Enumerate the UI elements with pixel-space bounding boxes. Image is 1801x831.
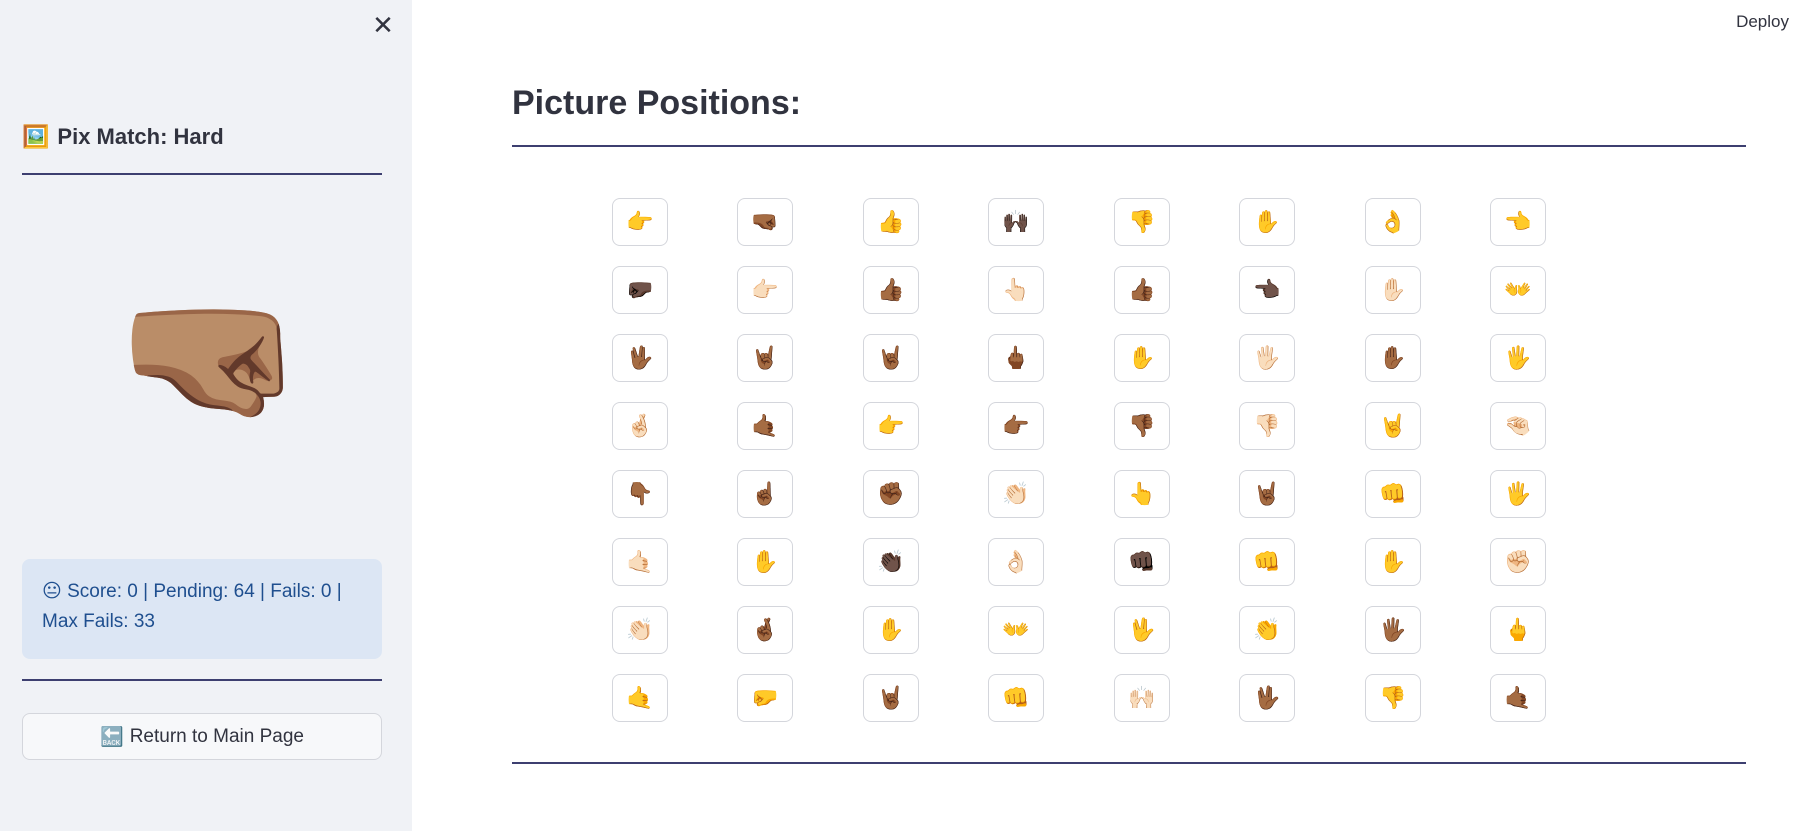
picture-cell[interactable]: ✊🏾 [863,470,919,518]
picture-cell[interactable]: 👊 [988,674,1044,722]
return-label: Return to Main Page [129,725,304,747]
page-title: Picture Positions: [512,84,802,122]
picture-icon: 🖼️ [22,124,50,149]
sidebar-title-label: Pix Match: Hard [57,124,224,149]
picture-cell[interactable]: 🤛🏿 [612,266,668,314]
picture-cell[interactable]: 👍🏾 [863,266,919,314]
picture-cell[interactable]: 👐 [1490,266,1546,314]
picture-cell[interactable]: 👍🏾 [1114,266,1170,314]
picture-cell[interactable]: 🖖🏾 [1239,674,1295,722]
picture-row: 🤙 🤛 🤘🏾 👊 🙌🏻 🖖🏾 👎 🤙🏾 [612,674,1592,742]
picture-cell[interactable]: 👉🏻 [737,266,793,314]
picture-cell[interactable]: 👆 [1114,470,1170,518]
picture-cell[interactable]: 👎 [1365,674,1421,722]
title-divider [512,145,1746,147]
picture-cell[interactable]: ✋ [737,538,793,586]
picture-row: 🖖🏾 🤘🏾 🤘🏾 🖕🏾 ✋ 🖐🏻 ✋🏾 🖐 [612,334,1592,402]
picture-row: 👉 🤜🏾 👍 🙌🏿 👎 ✋ 👌 👈 [612,198,1592,266]
picture-cell[interactable]: 🤘🏾 [863,674,919,722]
picture-cell[interactable]: 🤛 [737,674,793,722]
picture-grid: 👉 🤜🏾 👍 🙌🏿 👎 ✋ 👌 👈 🤛🏿 👉🏻 👍🏾 👆🏻 👍🏾 👈🏿 ✋🏻 👐 🖖🏾 🤘🏾 🤘🏾 🖕🏾 ✋ 🖐🏻 ✋🏾 🖐 🤞… [612,198,1592,742]
picture-cell[interactable]: 🤞🏻 [612,402,668,450]
picture-cell[interactable]: ✋ [1239,198,1295,246]
picture-cell[interactable]: 👈🏿 [1239,266,1295,314]
picture-cell[interactable]: 🤙🏻 [612,538,668,586]
status-info-box: 😐 Score: 0 | Pending: 64 | Fails: 0 | Ma… [22,559,382,659]
picture-cell[interactable]: 👊 [1239,538,1295,586]
picture-row: 🤛🏿 👉🏻 👍🏾 👆🏻 👍🏾 👈🏿 ✋🏻 👐 [612,266,1592,334]
picture-cell[interactable]: ✋🏾 [1365,334,1421,382]
picture-cell[interactable]: 👎 [1114,198,1170,246]
picture-cell[interactable]: 👉 [612,198,668,246]
picture-cell[interactable]: 🙌🏿 [988,198,1044,246]
picture-cell[interactable]: ✋ [1114,334,1170,382]
picture-row: 🤙🏻 ✋ 👏🏿 👌🏻 👊🏿 👊 ✋ ✊🏻 [612,538,1592,606]
return-to-main-button[interactable]: 🔙 Return to Main Page [22,713,382,760]
picture-cell[interactable]: 🖐 [1490,470,1546,518]
sidebar-divider [22,173,382,175]
picture-cell[interactable]: 🖕 [1490,606,1546,654]
picture-cell[interactable]: 👉🏾 [988,402,1044,450]
picture-cell[interactable]: 🤘 [1365,402,1421,450]
sidebar-title: 🖼️ Pix Match: Hard [22,124,224,150]
picture-cell[interactable]: 👏🏻 [988,470,1044,518]
sidebar-divider-2 [22,679,382,681]
picture-cell[interactable]: 👎🏻 [1239,402,1295,450]
deploy-button[interactable]: Deploy [1736,12,1789,32]
picture-cell[interactable]: 🤘🏾 [863,334,919,382]
picture-cell[interactable]: 👉 [863,402,919,450]
picture-cell[interactable]: 🤏🏻 [1490,402,1546,450]
picture-cell[interactable]: 🖕🏾 [988,334,1044,382]
picture-cell[interactable]: 🖐🏻 [1239,334,1295,382]
picture-cell[interactable]: 🖐 [1490,334,1546,382]
picture-cell[interactable]: 🙌🏻 [1114,674,1170,722]
picture-cell[interactable]: 👇🏾 [612,470,668,518]
picture-cell[interactable]: 🤙🏾 [1490,674,1546,722]
picture-cell[interactable]: 👍 [863,198,919,246]
picture-row: 👏🏻 🤞🏾 ✋ 👐 🖖 👏 🖐🏾 🖕 [612,606,1592,674]
picture-cell[interactable]: ☝🏾 [737,470,793,518]
status-text: Score: 0 | Pending: 64 | Fails: 0 | Max … [42,581,342,632]
picture-cell[interactable]: 🤞🏾 [737,606,793,654]
picture-cell[interactable]: 👌 [1365,198,1421,246]
picture-cell[interactable]: ✊🏻 [1490,538,1546,586]
picture-cell[interactable]: ✋🏻 [1365,266,1421,314]
picture-cell[interactable]: 👊 [1365,470,1421,518]
picture-cell[interactable]: 🤘🏾 [737,334,793,382]
picture-cell[interactable]: 👏🏿 [863,538,919,586]
picture-cell[interactable]: 🖐🏾 [1365,606,1421,654]
bottom-divider [512,762,1746,764]
picture-cell[interactable]: 👆🏻 [988,266,1044,314]
picture-cell[interactable]: 👎🏾 [1114,402,1170,450]
close-icon[interactable]: ✕ [370,12,396,38]
picture-cell[interactable]: 🤜🏾 [737,198,793,246]
picture-cell[interactable]: ✋ [863,606,919,654]
picture-cell[interactable]: 🤙 [612,674,668,722]
picture-row: 👇🏾 ☝🏾 ✊🏾 👏🏻 👆 🤘🏾 👊 🖐 [612,470,1592,538]
picture-cell[interactable]: 👈 [1490,198,1546,246]
picture-cell[interactable]: 🤙🏾 [737,402,793,450]
picture-row: 🤞🏻 🤙🏾 👉 👉🏾 👎🏾 👎🏻 🤘 🤏🏻 [612,402,1592,470]
picture-cell[interactable]: 🤘🏾 [1239,470,1295,518]
sidebar: ✕ 🖼️ Pix Match: Hard 🤜🏽 😐 Score: 0 | Pen… [0,0,412,831]
picture-cell[interactable]: 🖖🏾 [612,334,668,382]
picture-cell[interactable]: ✋ [1365,538,1421,586]
target-emoji: 🤜🏽 [116,273,304,441]
picture-cell[interactable]: 👏 [1239,606,1295,654]
back-arrow-icon: 🔙 [100,726,124,748]
picture-cell[interactable]: 👊🏿 [1114,538,1170,586]
picture-cell[interactable]: 👐 [988,606,1044,654]
picture-cell[interactable]: 👏🏻 [612,606,668,654]
picture-cell[interactable]: 👌🏻 [988,538,1044,586]
neutral-face-icon: 😐 [42,581,62,602]
picture-cell[interactable]: 🖖 [1114,606,1170,654]
